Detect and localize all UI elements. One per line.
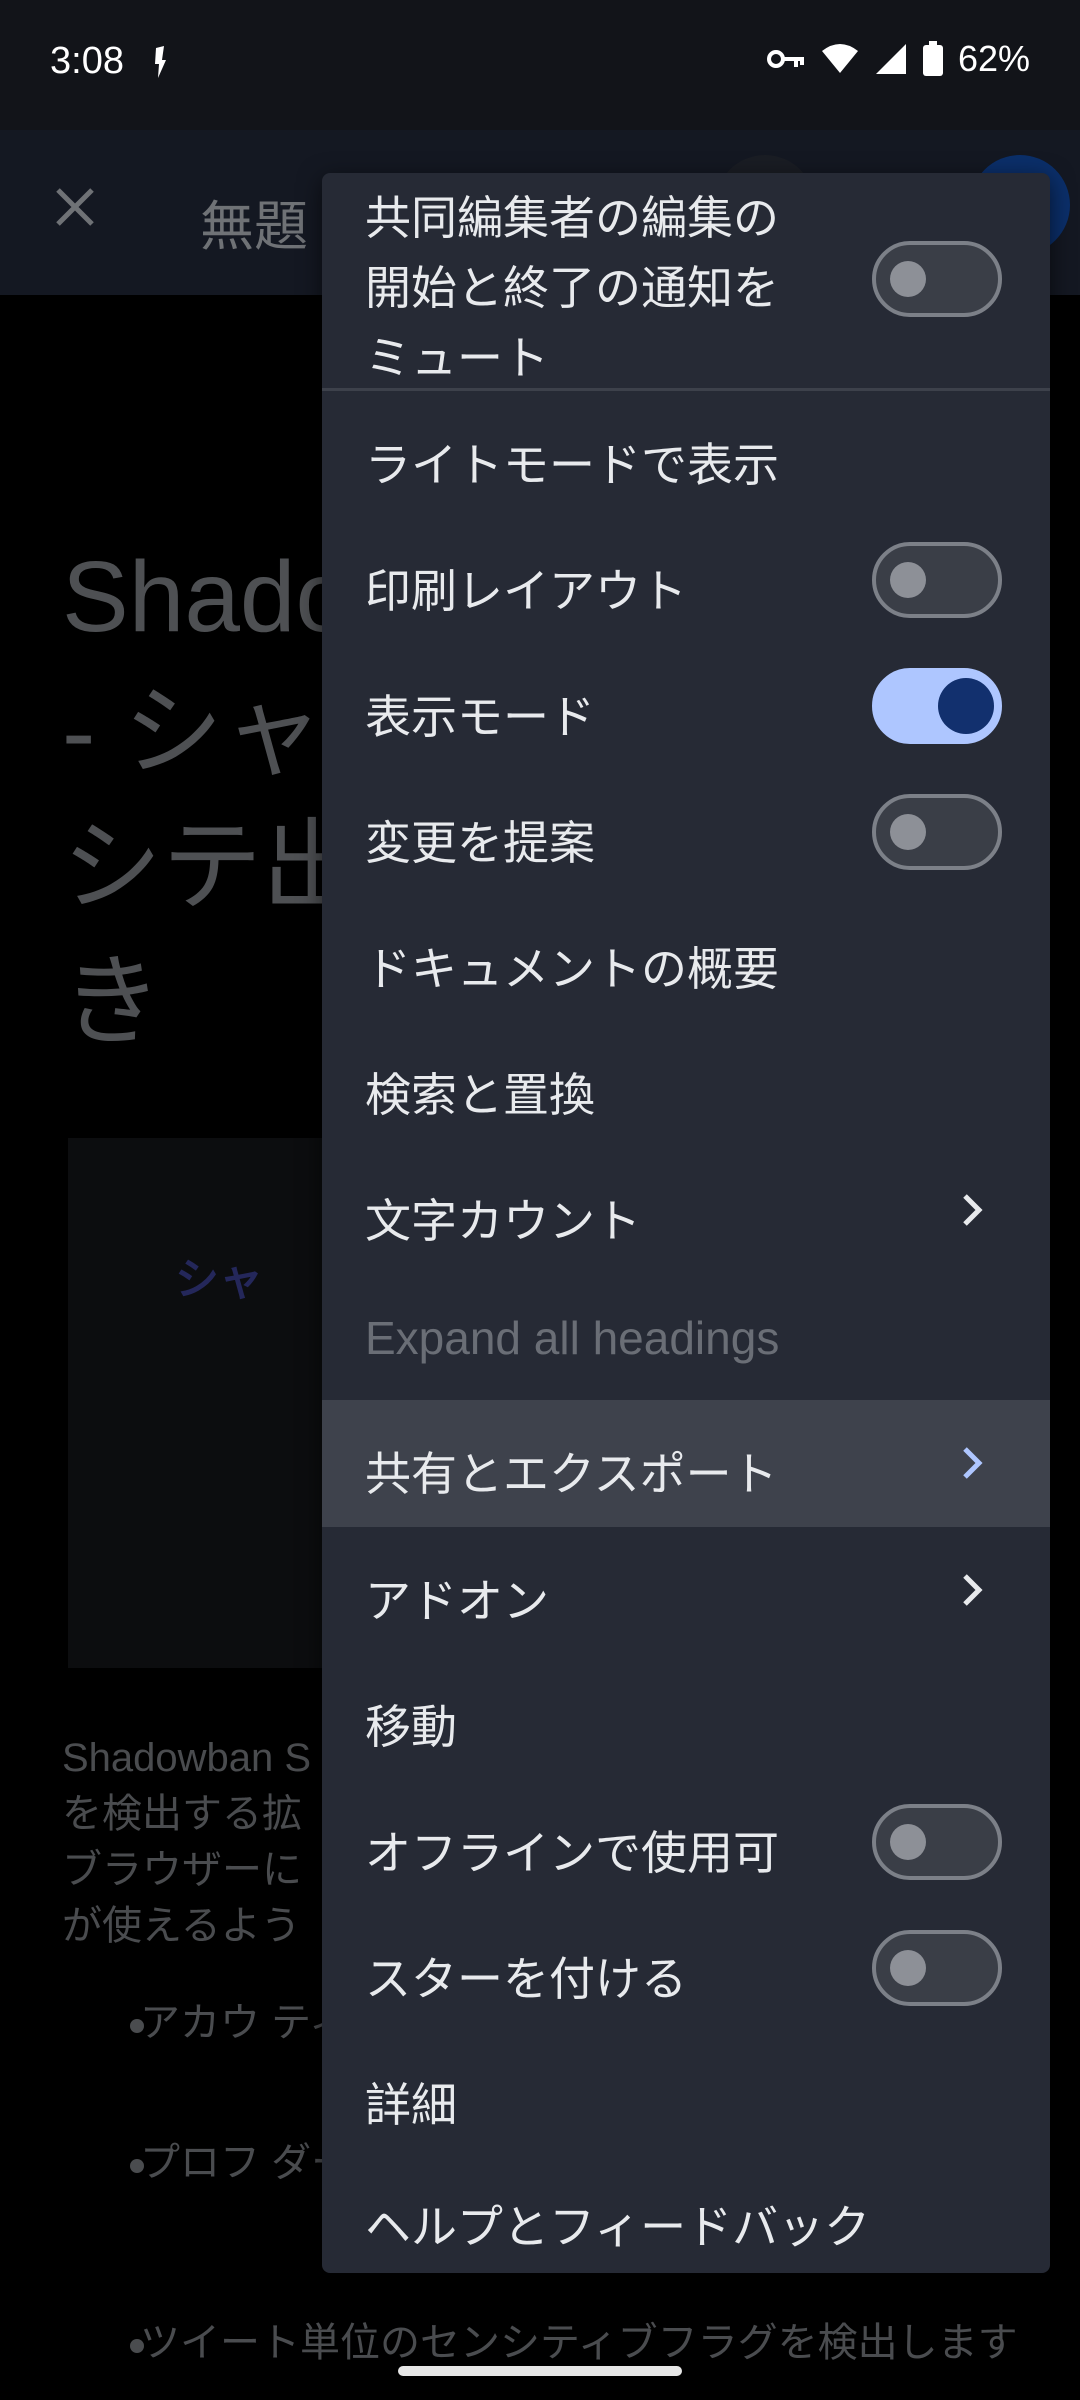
document-paragraph: Shadowban S を検出する拡 ブラウザーに が使えるよう (62, 1736, 312, 1948)
vpn-key-icon (766, 50, 804, 68)
toggle-knob (938, 678, 994, 734)
status-icons: 62% (766, 38, 1030, 80)
menu-item-label: 印刷レイアウト (365, 565, 687, 617)
print-layout-toggle[interactable] (872, 542, 1002, 618)
menu-item-label: ライトモードで表示 (365, 439, 779, 491)
notification-icon (155, 46, 166, 78)
menu-item-label: 文字カウント (365, 1195, 641, 1247)
toggle-knob (890, 1950, 926, 1986)
battery-percent: 62% (957, 38, 1030, 79)
menu-item-label: ドキュメントの概要 (365, 943, 779, 995)
chevron-right-icon (963, 1447, 983, 1479)
toggle-knob (890, 261, 926, 297)
menu-item-mute-collaborator-notifications[interactable]: 共同編集者の編集の 開始と終了の通知を ミュート (322, 173, 1050, 388)
available-offline-toggle[interactable] (872, 1804, 1002, 1880)
menu-item-label: スターを付ける (365, 1953, 687, 2005)
menu-item-suggest-changes[interactable]: 変更を提案 (322, 769, 1050, 895)
menu-item-label: 移動 (365, 1701, 457, 1753)
menu-item-document-outline[interactable]: ドキュメントの概要 (322, 895, 1050, 1021)
menu-item-move[interactable]: 移動 (322, 1653, 1050, 1779)
toggle-knob (890, 562, 926, 598)
view-mode-toggle[interactable] (872, 668, 1002, 744)
menu-item-star[interactable]: スターを付ける (322, 1905, 1050, 2031)
status-time: 3:08 (50, 40, 124, 82)
menu-item-word-count[interactable]: 文字カウント (322, 1147, 1050, 1273)
menu-item-label: オフラインで使用可 (365, 1827, 779, 1879)
menu-item-label: 変更を提案 (365, 817, 595, 869)
suggest-changes-toggle[interactable] (872, 794, 1002, 870)
menu-item-view-mode[interactable]: 表示モード (322, 643, 1050, 769)
menu-item-label: 共有とエクスポート (365, 1448, 778, 1500)
star-toggle[interactable] (872, 1930, 1002, 2006)
gesture-navigation-handle[interactable] (398, 2366, 682, 2376)
document-image-text: シャ (175, 1255, 263, 1304)
bullet-text: ツイート単位のセンシティブフラグを検出します (140, 2321, 1018, 2365)
chevron-right-icon (963, 1194, 983, 1226)
menu-item-light-mode[interactable]: ライトモードで表示 (322, 391, 1050, 517)
menu-item-print-layout[interactable]: 印刷レイアウト (322, 517, 1050, 643)
mute-notifications-toggle[interactable] (872, 241, 1002, 317)
close-icon[interactable] (50, 182, 100, 232)
toggle-knob (890, 1824, 926, 1860)
menu-item-find-and-replace[interactable]: 検索と置換 (322, 1021, 1050, 1147)
menu-item-available-offline[interactable]: オフラインで使用可 (322, 1779, 1050, 1905)
menu-item-share-and-export[interactable]: 共有とエクスポート (322, 1400, 1050, 1527)
menu-item-add-ons[interactable]: アドオン (322, 1527, 1050, 1653)
signal-icon (875, 44, 906, 74)
menu-item-details[interactable]: 詳細 (322, 2031, 1050, 2157)
menu-item-label: アドオン (365, 1575, 549, 1627)
bullet-dot (130, 2159, 144, 2173)
bullet-dot (130, 2339, 144, 2353)
list-item: ツイート単位のセンシティブフラグを検出します (130, 2315, 1040, 2371)
battery-icon (922, 41, 943, 76)
menu-item-expand-all-headings: Expand all headings (322, 1273, 1050, 1400)
menu-item-label: 検索と置換 (365, 1069, 595, 1121)
menu-item-label: Expand all headings (365, 1312, 780, 1364)
bullet-dot (130, 2019, 144, 2033)
toggle-knob (890, 814, 926, 850)
menu-item-help-and-feedback[interactable]: ヘルプとフィードバック (322, 2157, 1050, 2273)
wifi-icon (821, 44, 858, 73)
menu-item-label: 表示モード (365, 691, 595, 743)
chevron-right-icon (963, 1574, 983, 1606)
menu-item-label: 詳細 (365, 2079, 457, 2131)
menu-item-label: 共同編集者の編集の 開始と終了の通知を ミュート (365, 192, 779, 384)
status-bar: 3:08 62% (0, 0, 1080, 130)
overflow-menu: 共同編集者の編集の 開始と終了の通知を ミュート ライトモードで表示 印刷レイア… (322, 173, 1050, 2273)
menu-item-label: ヘルプとフィードバック (365, 2201, 871, 2253)
document-title[interactable]: 無題 (200, 182, 308, 261)
